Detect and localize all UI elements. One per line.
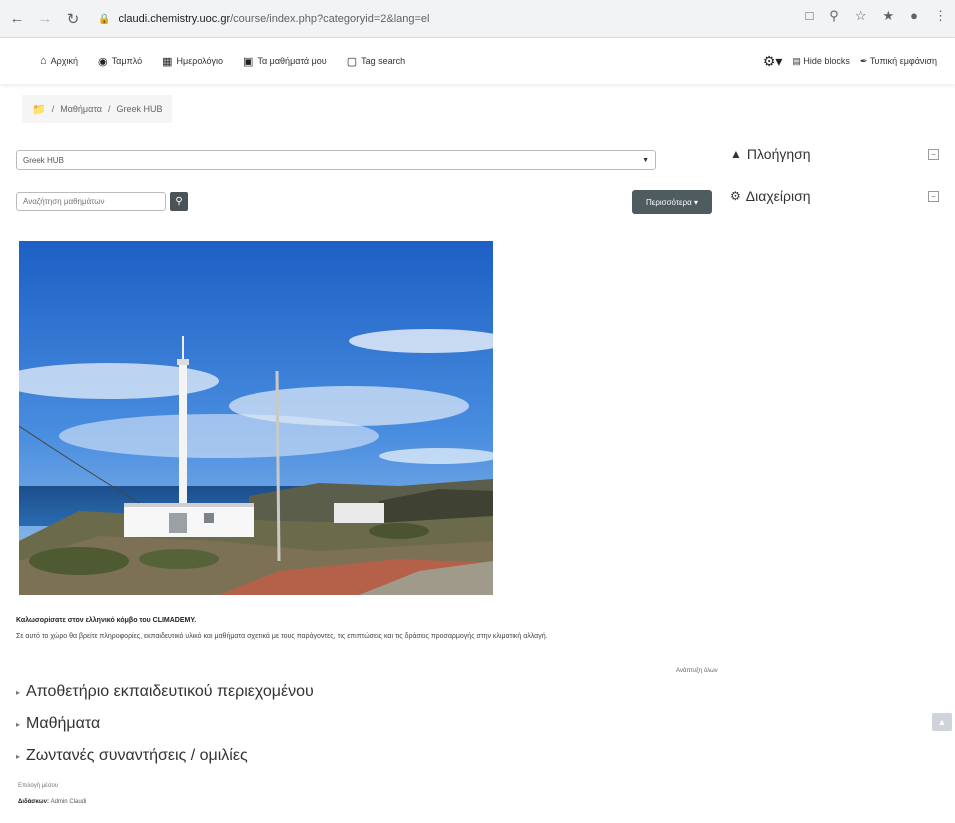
course-summary-link[interactable]: Επιλογή μέσου [18, 783, 58, 789]
block-title: Πλοήγηση [746, 146, 811, 162]
category-live-meetings[interactable]: ▸ Ζωντανές συναντήσεις / ομιλίες [16, 747, 248, 765]
lock-icon: 🔒 [98, 13, 111, 25]
calendar-icon: ▦ [162, 55, 173, 68]
sitemap-icon: ▲ [730, 147, 742, 161]
nav-label: Ταμπλό [111, 56, 143, 66]
chevron-right-icon: ▸ [16, 687, 21, 697]
station-photo [19, 241, 493, 595]
reload-icon[interactable]: ↻ [62, 8, 84, 30]
more-button[interactable]: Περισσότερα ▾ [632, 190, 712, 214]
more-button-label: Περισσότερα [645, 197, 692, 207]
category-label: Μαθήματα [26, 715, 101, 732]
teacher-name[interactable]: Admin Claudi [51, 799, 87, 805]
welcome-body: Σε αυτό το χώρο θα βρείτε πληροφορίες, ε… [16, 633, 548, 640]
nav-item-calendar[interactable]: ▦ Ημερολόγιο [162, 55, 223, 68]
category-courses[interactable]: ▸ Μαθήματα [16, 715, 100, 733]
top-navbar: ⌂ Αρχική ◉ Ταμπλό ▦ Ημερολόγιο ▣ Τα μαθή… [0, 38, 955, 84]
standard-view-button[interactable]: ✒ Τυπική εμφάνιση [860, 56, 937, 67]
category-select[interactable]: Greek HUB ▼ [16, 150, 656, 170]
nav-label: Ημερολόγιο [176, 56, 224, 66]
category-label: Αποθετήριο εκπαιδευτικού περιεχομένου [26, 683, 314, 700]
chevron-right-icon: ▸ [16, 719, 21, 729]
category-select-value: Greek HUB [23, 155, 64, 165]
standard-view-label: Τυπική εμφάνιση [869, 56, 937, 66]
extensions-icon[interactable]: ★ [882, 8, 894, 24]
browser-actions: □ ⚲ ☆ ★ ● ⋮ [805, 8, 947, 24]
course-search: ⚲ [16, 192, 188, 211]
url-host: claudi.chemistry.uoc.gr [118, 13, 231, 25]
block-title: Διαχείριση [745, 188, 811, 204]
navbar-right: ⚙▾ ▤ Hide blocks ✒ Τυπική εμφάνιση [763, 53, 937, 70]
breadcrumb-item-current[interactable]: Greek HUB [116, 104, 162, 114]
category-repository[interactable]: ▸ Αποθετήριο εκπαιδευτικού περιεχομένου [16, 683, 314, 701]
welcome-title: Καλωσορίσατε στον ελληνικό κόμβο του CLI… [16, 617, 197, 624]
block-navigation[interactable]: ▲ Πλοήγηση [730, 146, 811, 162]
expand-all-link[interactable]: Ανάπτυξη όλων [676, 668, 718, 674]
star-icon[interactable]: ☆ [855, 8, 867, 24]
breadcrumb: 📁 / Μαθήματα / Greek HUB [22, 95, 173, 123]
cogs-icon: ⚙ [730, 189, 741, 203]
nav-item-tag-search[interactable]: ▢ Tag search [347, 55, 405, 68]
nav-label: Τα μαθήματά μου [257, 56, 327, 66]
briefcase-icon: ▣ [243, 55, 254, 68]
teacher-label: Διδάσκων: [18, 799, 49, 805]
arrow-up-icon: ▲ [937, 717, 947, 727]
hide-blocks-button[interactable]: ▤ Hide blocks [792, 56, 850, 67]
nav-label: Tag search [361, 56, 406, 66]
browser-toolbar: ← → ↻ 🔒 claudi.chemistry.uoc.gr /course/… [0, 0, 955, 38]
folder-icon: 📁 [32, 103, 46, 116]
block-collapse-button[interactable]: − [928, 191, 939, 202]
search-icon: ⚲ [175, 196, 183, 207]
dashboard-icon: ◉ [98, 55, 108, 68]
forward-icon[interactable]: → [34, 8, 56, 30]
home-icon: ⌂ [40, 55, 47, 67]
url-path: /course/index.php?categoryid=2&lang=el [230, 13, 430, 25]
menu-icon[interactable]: ⋮ [934, 8, 947, 24]
zoom-icon[interactable]: ⚲ [829, 8, 839, 24]
nav-item-my-courses[interactable]: ▣ Τα μαθήματά μου [243, 55, 327, 68]
address-bar[interactable]: 🔒 claudi.chemistry.uoc.gr /course/index.… [98, 7, 788, 31]
block-collapse-button[interactable]: − [928, 149, 939, 160]
breadcrumb-item-courses[interactable]: Μαθήματα [60, 104, 102, 114]
profile-icon[interactable]: ● [910, 8, 918, 24]
gear-icon[interactable]: ⚙▾ [763, 53, 783, 70]
nav-item-home[interactable]: ⌂ Αρχική [40, 55, 78, 67]
block-administration[interactable]: ⚙ Διαχείριση [730, 188, 811, 204]
translate-icon[interactable]: □ [805, 8, 813, 24]
chevron-right-icon: ▸ [16, 751, 21, 761]
back-icon[interactable]: ← [6, 8, 28, 30]
hide-blocks-label: Hide blocks [803, 56, 850, 66]
scroll-top-button[interactable]: ▲ [932, 713, 952, 731]
chevron-down-icon: ▼ [642, 156, 649, 164]
search-input[interactable] [16, 192, 166, 211]
search-button[interactable]: ⚲ [170, 192, 188, 211]
nav-label: Αρχική [50, 56, 79, 66]
nav-item-dashboard[interactable]: ◉ Ταμπλό [98, 55, 142, 68]
tag-icon: ▢ [346, 55, 358, 68]
category-label: Ζωντανές συναντήσεις / ομιλίες [26, 747, 248, 764]
teacher-info: Διδάσκων: Admin Claudi [18, 799, 86, 805]
